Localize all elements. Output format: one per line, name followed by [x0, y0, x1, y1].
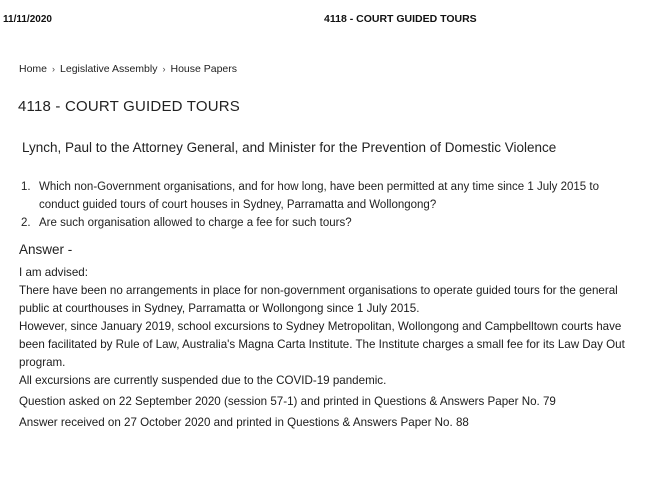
answer-line: However, since January 2019, school excu…: [19, 320, 625, 369]
breadcrumb-house-papers[interactable]: House Papers: [170, 63, 237, 75]
breadcrumb-legislative-assembly[interactable]: Legislative Assembly: [60, 63, 157, 75]
print-date: 11/11/2020: [3, 14, 52, 25]
answer-line: There have been no arrangements in place…: [19, 284, 618, 315]
breadcrumb-home[interactable]: Home: [19, 63, 47, 75]
question-text: Are such organisation allowed to charge …: [39, 217, 352, 229]
chevron-right-icon: ›: [162, 64, 166, 74]
answer-received-info: Answer received on 27 October 2020 and p…: [19, 416, 469, 429]
question-item: 1. Which non-Government organisations, a…: [21, 178, 641, 214]
question-number: 1.: [21, 181, 31, 193]
question-text: Which non-Government organisations, and …: [39, 181, 599, 211]
answer-line: I am advised:: [19, 266, 88, 279]
breadcrumb: Home › Legislative Assembly › House Papers: [19, 63, 237, 75]
question-item: 2. Are such organisation allowed to char…: [21, 214, 641, 232]
page-title: 4118 - COURT GUIDED TOURS: [18, 98, 241, 115]
question-asker-line: Lynch, Paul to the Attorney General, and…: [22, 140, 557, 155]
question-asked-info: Question asked on 22 September 2020 (ses…: [19, 395, 556, 408]
answer-heading: Answer -: [19, 242, 73, 257]
chevron-right-icon: ›: [52, 64, 56, 74]
print-header-title: 4118 - COURT GUIDED TOURS: [324, 13, 477, 25]
questions-list: 1. Which non-Government organisations, a…: [21, 178, 641, 232]
answer-line: All excursions are currently suspended d…: [19, 374, 387, 387]
question-number: 2.: [21, 217, 31, 229]
answer-body: I am advised: There have been no arrange…: [19, 264, 644, 432]
